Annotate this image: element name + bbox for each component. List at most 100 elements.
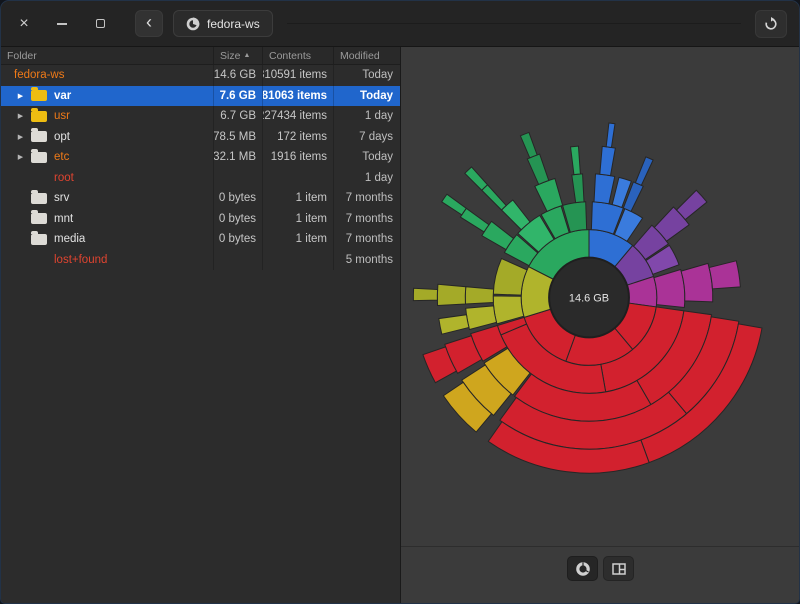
column-header-modified[interactable]: Modified <box>334 47 400 64</box>
folder-name: opt <box>54 131 70 143</box>
table-row[interactable]: mnt0 bytes1 item7 months <box>1 209 400 230</box>
chart-segment[interactable] <box>466 306 497 330</box>
chart-segment[interactable] <box>413 288 437 300</box>
chart-panel: 14.6 GB <box>401 47 800 603</box>
folder-cell: srv <box>1 188 214 209</box>
rescan-button[interactable] <box>755 10 787 38</box>
table-row[interactable]: media0 bytes1 item7 months <box>1 229 400 250</box>
size-cell: 32.1 MB <box>214 147 263 168</box>
modified-cell: 7 days <box>334 127 400 148</box>
table-row[interactable]: root 1 day <box>1 168 400 189</box>
size-cell: 6.7 GB <box>214 106 263 127</box>
expander-icon[interactable]: ▶ <box>14 112 27 120</box>
table-row[interactable]: lost+found5 months <box>1 250 400 271</box>
folder-name: mnt <box>54 213 73 225</box>
location-tab[interactable]: fedora-ws <box>173 10 273 37</box>
chart-segment[interactable] <box>520 132 537 157</box>
chart-segment[interactable] <box>677 190 707 219</box>
contents-cell: 227434 items <box>263 106 334 127</box>
table-row[interactable]: srv0 bytes1 item7 months <box>1 188 400 209</box>
column-header-contents-label: Contents <box>269 50 311 62</box>
size-cell: 0 bytes <box>214 229 263 250</box>
folder-icon <box>31 234 47 245</box>
size-cell: 14.6 GB <box>214 65 263 86</box>
chart-segment[interactable] <box>571 146 581 174</box>
column-header-contents[interactable]: Contents <box>263 47 334 64</box>
main-content: Folder Size ▲ Contents Modified fedora-w… <box>1 47 799 603</box>
modified-cell: 7 months <box>334 229 400 250</box>
chart-segment[interactable] <box>654 269 685 307</box>
folder-table-body: fedora-ws14.6 GB310591 itemsToday▶var7.6… <box>1 65 400 603</box>
expander-icon[interactable]: ▶ <box>14 92 27 100</box>
rings-chart-button[interactable] <box>567 556 598 581</box>
modified-cell: 7 months <box>334 209 400 230</box>
chart-segment[interactable] <box>681 263 713 301</box>
contents-cell: 1916 items <box>263 147 334 168</box>
chart-segment[interactable] <box>439 315 469 334</box>
table-row[interactable]: fedora-ws14.6 GB310591 itemsToday <box>1 65 400 86</box>
modified-cell: 1 day <box>334 168 400 189</box>
folder-cell: lost+found <box>1 250 214 271</box>
maximize-button[interactable] <box>89 13 111 35</box>
size-cell <box>214 168 263 189</box>
modified-cell: Today <box>334 86 400 107</box>
column-header-size[interactable]: Size ▲ <box>214 47 263 64</box>
folder-cell: root <box>1 168 214 189</box>
chart-center-label: 14.6 GB <box>569 292 609 304</box>
folder-name: fedora-ws <box>14 69 65 81</box>
folder-name: var <box>54 90 71 102</box>
column-header-folder[interactable]: Folder <box>1 47 214 64</box>
chart-segment[interactable] <box>594 174 615 204</box>
chart-segment[interactable] <box>482 185 506 210</box>
modified-cell: 1 day <box>334 106 400 127</box>
close-button[interactable]: × <box>13 13 35 35</box>
expander-icon[interactable]: ▶ <box>14 153 27 161</box>
close-icon: × <box>19 16 28 32</box>
treemap-chart-button[interactable] <box>603 556 634 581</box>
chart-segment[interactable] <box>572 174 584 203</box>
minimize-button[interactable] <box>51 13 73 35</box>
titlebar-divider <box>287 23 741 24</box>
back-button[interactable]: ‹ <box>135 10 163 37</box>
chart-segment[interactable] <box>709 261 740 289</box>
chart-segment[interactable] <box>442 194 467 215</box>
folder-cell: fedora-ws <box>1 65 214 86</box>
treemap-chart-icon <box>611 561 627 577</box>
table-row[interactable]: ▶ opt 278.5 MB172 items7 days <box>1 127 400 148</box>
expander-icon[interactable]: ▶ <box>14 133 27 141</box>
table-row[interactable]: ▶etc32.1 MB1916 itemsToday <box>1 147 400 168</box>
size-cell: 278.5 MB <box>214 127 263 148</box>
folder-icon <box>31 193 47 204</box>
folder-cell: ▶ var <box>1 86 214 107</box>
chart-segment[interactable] <box>606 123 615 147</box>
column-header-folder-label: Folder <box>7 50 37 62</box>
modified-cell: Today <box>334 65 400 86</box>
location-title: fedora-ws <box>207 17 260 31</box>
sort-ascending-icon: ▲ <box>243 52 250 59</box>
folder-name: root <box>54 172 74 184</box>
chart-segment[interactable] <box>600 146 616 175</box>
chart-segment[interactable] <box>527 154 548 184</box>
contents-cell: 1 item <box>263 229 334 250</box>
chart-segment[interactable] <box>460 208 489 232</box>
icon-spacer <box>31 254 47 265</box>
chart-segment[interactable] <box>465 287 493 304</box>
table-header: Folder Size ▲ Contents Modified <box>1 47 400 65</box>
chart-segment[interactable] <box>465 167 488 190</box>
column-header-modified-label: Modified <box>340 50 380 62</box>
contents-cell <box>263 168 334 189</box>
table-row[interactable]: ▶var7.6 GB81063 itemsToday <box>1 86 400 107</box>
maximize-icon <box>96 19 105 28</box>
folder-cell: ▶etc <box>1 147 214 168</box>
chart-segment[interactable] <box>437 284 465 305</box>
rings-chart-icon <box>575 561 591 577</box>
folder-cell: ▶usr <box>1 106 214 127</box>
chart-segment[interactable] <box>493 259 527 296</box>
folder-icon <box>31 111 47 122</box>
contents-cell: 172 items <box>263 127 334 148</box>
contents-cell: 81063 items <box>263 86 334 107</box>
titlebar: × ‹ fedora-ws <box>1 1 799 47</box>
baobab-window: × ‹ fedora-ws <box>0 0 800 604</box>
chart-segment[interactable] <box>635 157 653 185</box>
table-row[interactable]: ▶usr6.7 GB227434 items1 day <box>1 106 400 127</box>
